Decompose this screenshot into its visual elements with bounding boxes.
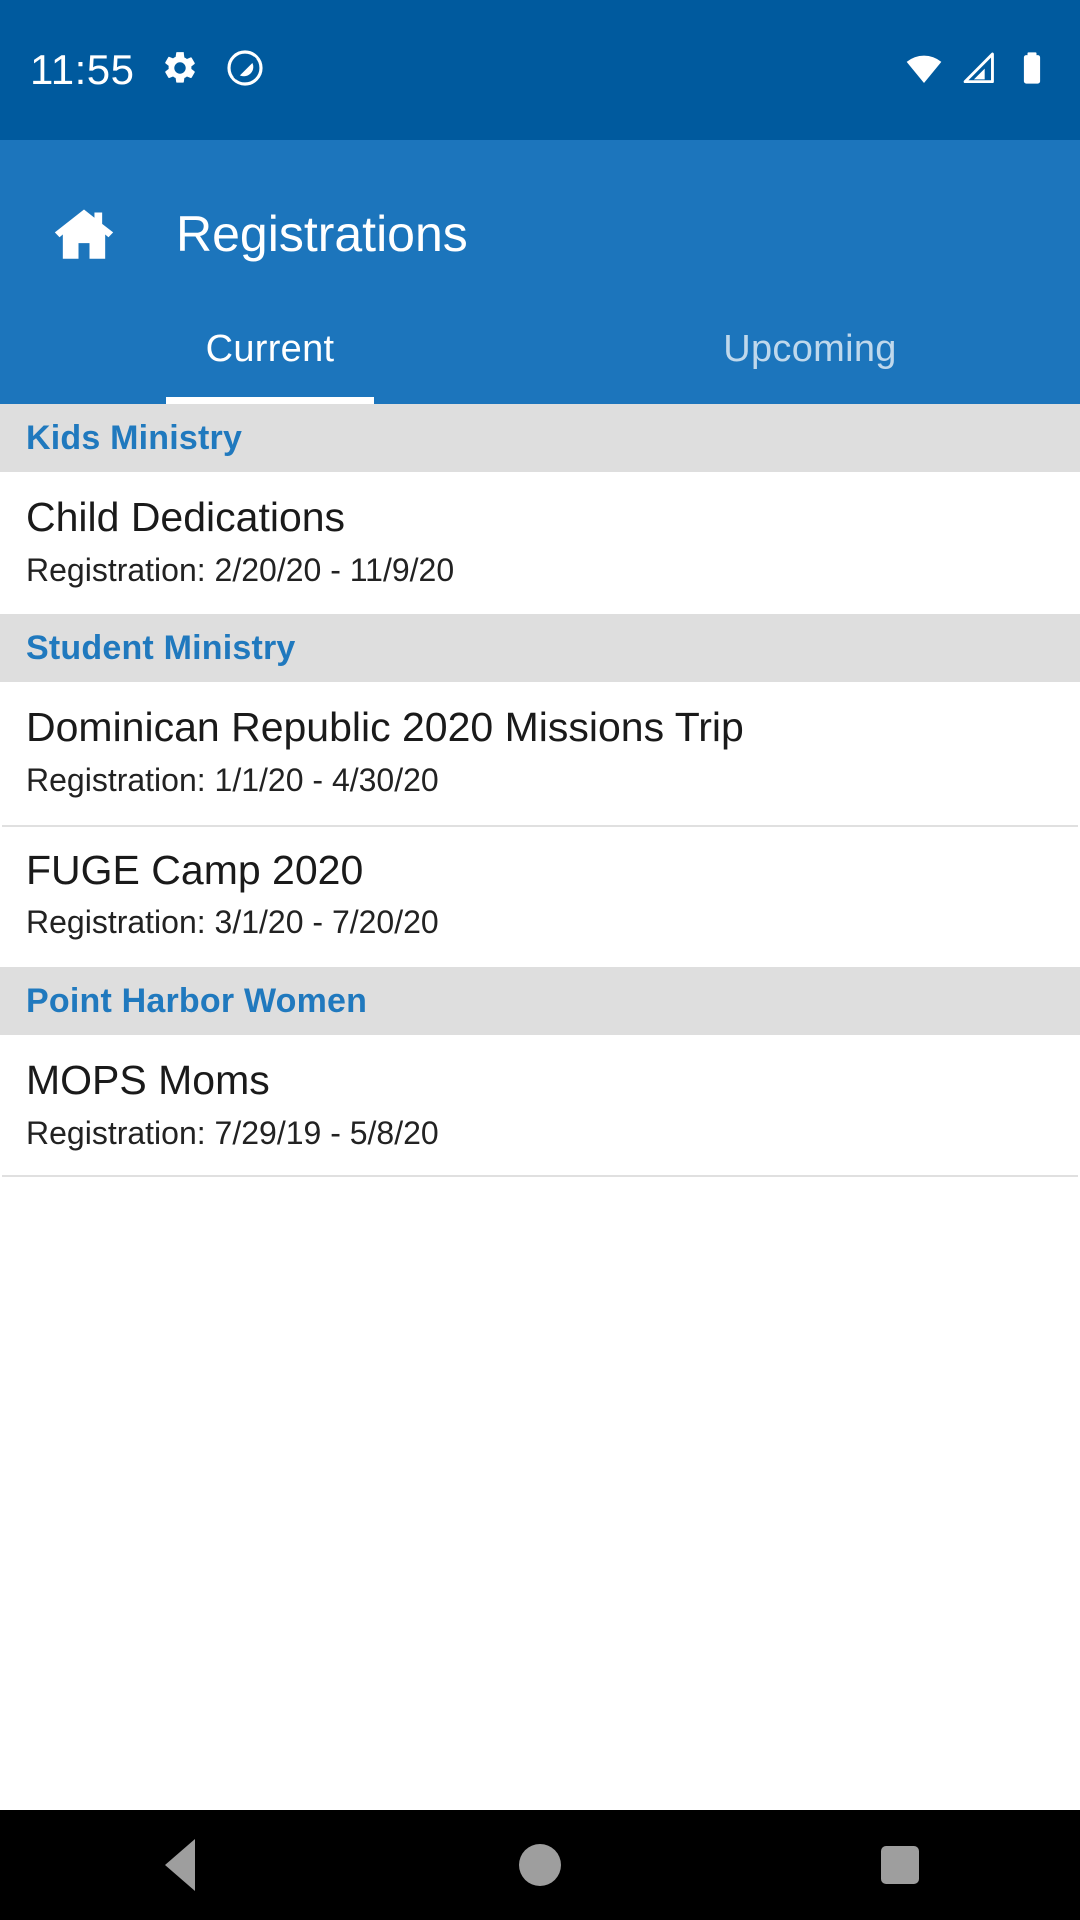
list-item-registration-dates: Registration: 7/29/19 - 5/8/20 bbox=[26, 1114, 439, 1151]
section-header-label: Student Ministry bbox=[26, 628, 296, 667]
list-item[interactable]: FUGE Camp 2020 Registration: 3/1/20 - 7/… bbox=[0, 824, 1080, 968]
section-header-label: Kids Ministry bbox=[26, 418, 243, 457]
app-bar: Registrations Current Upcoming bbox=[0, 140, 1080, 404]
tab-current[interactable]: Current bbox=[0, 294, 540, 404]
list-item-registration-dates: Registration: 1/1/20 - 4/30/20 bbox=[26, 761, 439, 798]
section-header-kids-ministry: Kids Ministry bbox=[0, 404, 1080, 472]
list-item-registration-dates: Registration: 2/20/20 - 11/9/20 bbox=[26, 551, 455, 588]
app-bar-top-row: Registrations bbox=[0, 174, 1080, 294]
status-bar-left: 11:55 bbox=[30, 48, 265, 93]
tab-bar: Current Upcoming bbox=[0, 294, 1080, 404]
wifi-icon bbox=[904, 48, 944, 93]
list-item-title: Dominican Republic 2020 Missions Trip bbox=[26, 704, 744, 751]
list-item-title: Child Dedications bbox=[26, 494, 346, 540]
list-item[interactable]: Dominican Republic 2020 Missions Trip Re… bbox=[0, 682, 1080, 825]
home-circle-icon bbox=[519, 1844, 561, 1886]
tab-upcoming-label: Upcoming bbox=[723, 327, 897, 370]
do-not-disturb-icon bbox=[225, 48, 265, 93]
list-item[interactable]: Child Dedications Registration: 2/20/20 … bbox=[0, 472, 1080, 615]
status-bar: 11:55 bbox=[0, 0, 1080, 140]
page-title: Registrations bbox=[176, 206, 468, 262]
back-button[interactable] bbox=[0, 1839, 360, 1891]
home-button[interactable] bbox=[360, 1844, 720, 1886]
gear-icon bbox=[161, 49, 199, 92]
tab-upcoming[interactable]: Upcoming bbox=[540, 294, 1080, 404]
registrations-list[interactable]: Kids Ministry Child Dedications Registra… bbox=[0, 404, 1080, 1810]
status-bar-right bbox=[904, 48, 1050, 93]
section-header-label: Point Harbor Women bbox=[26, 981, 368, 1020]
home-icon[interactable] bbox=[48, 198, 120, 270]
section-header-point-harbor-women: Point Harbor Women bbox=[0, 967, 1080, 1036]
section-header-student-ministry: Student Ministry bbox=[0, 614, 1080, 683]
app-screen: 11:55 Registrations Current Upcoming Kid… bbox=[0, 0, 1080, 1920]
recents-square-icon bbox=[881, 1846, 919, 1884]
android-nav-bar bbox=[0, 1810, 1080, 1920]
list-item[interactable]: MOPS Moms Registration: 7/29/19 - 5/8/20 bbox=[0, 1035, 1080, 1178]
recents-button[interactable] bbox=[720, 1846, 1080, 1884]
cellular-signal-icon bbox=[960, 49, 998, 92]
status-bar-clock: 11:55 bbox=[30, 46, 135, 93]
list-item-title: FUGE Camp 2020 bbox=[26, 846, 364, 893]
battery-icon bbox=[1014, 49, 1050, 92]
list-item-title: MOPS Moms bbox=[26, 1057, 270, 1104]
list-item-registration-dates: Registration: 3/1/20 - 7/20/20 bbox=[26, 904, 439, 941]
back-triangle-icon bbox=[165, 1839, 195, 1891]
tab-current-label: Current bbox=[205, 327, 335, 370]
